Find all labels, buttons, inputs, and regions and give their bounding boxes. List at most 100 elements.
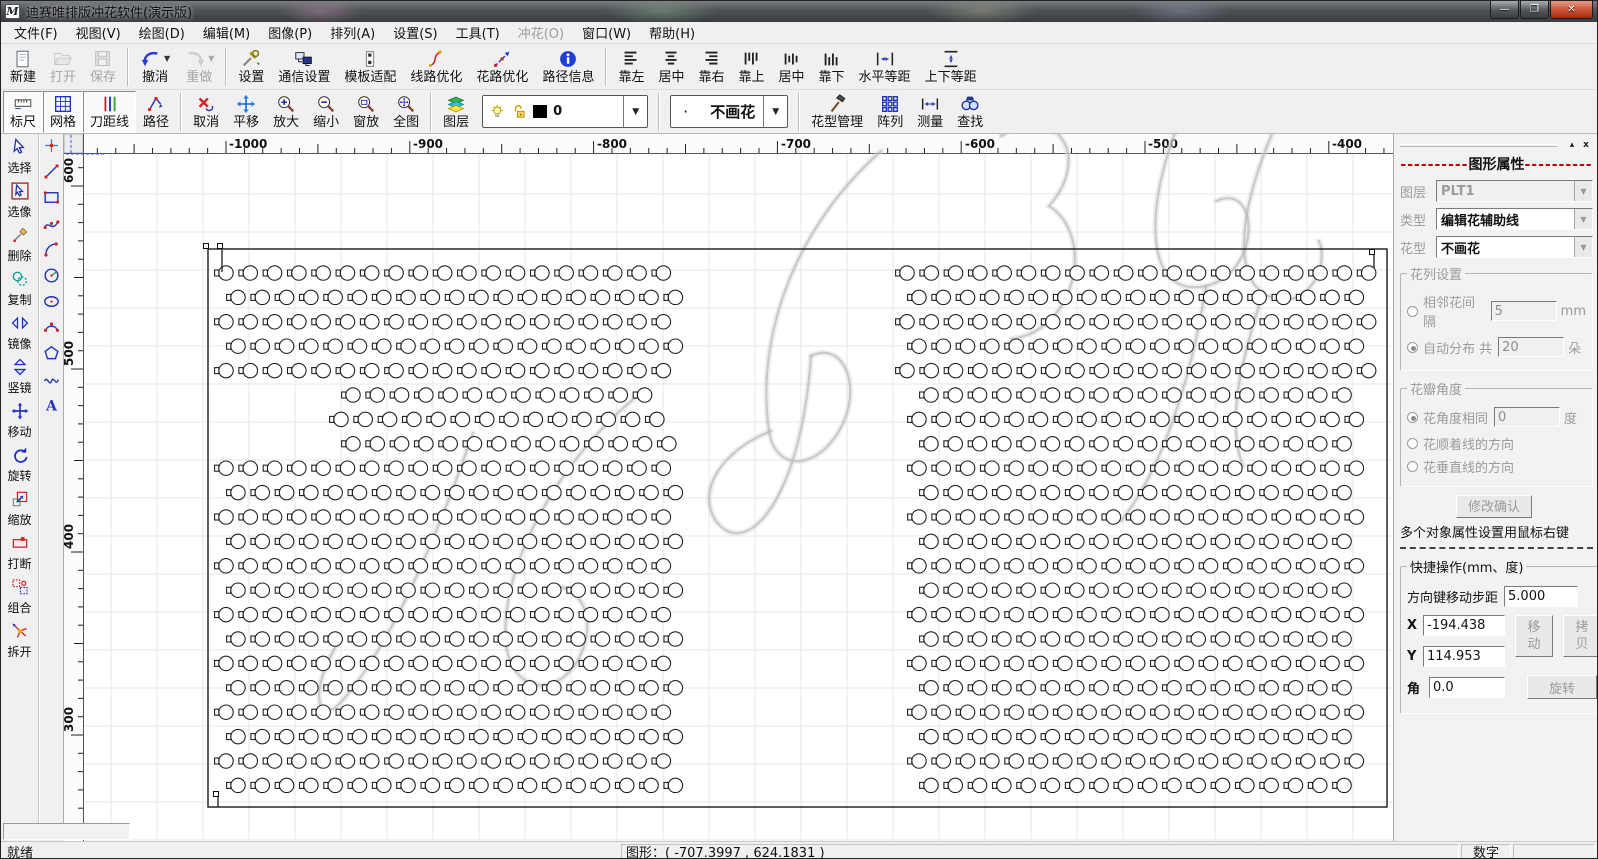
- draw-tool-arc-3point[interactable]: [39, 316, 63, 342]
- menu-settings[interactable]: 设置(S): [384, 21, 446, 44]
- step-input[interactable]: [1504, 586, 1578, 607]
- draw-tool-text[interactable]: A: [39, 394, 63, 420]
- zoom-all-button[interactable]: 全图: [386, 91, 426, 133]
- draw-tool-ellipse[interactable]: [39, 290, 63, 316]
- sidebar-tool-rotate[interactable]: 旋转: [1, 442, 38, 486]
- menu-punch[interactable]: 冲花(O): [509, 21, 573, 44]
- sidebar-tool-v-mirror[interactable]: 竖镜: [1, 354, 38, 398]
- menu-file[interactable]: 文件(F): [5, 21, 67, 44]
- drawing-canvas[interactable]: -1000-900-800-700-600-500-40060050040030…: [64, 134, 1393, 841]
- adjacent-spacing-radio[interactable]: [1407, 306, 1418, 317]
- chevron-down-icon[interactable]: ▼: [763, 96, 787, 127]
- adjacent-spacing-input[interactable]: [1491, 301, 1557, 321]
- zoom-out-button[interactable]: 缩小: [306, 91, 346, 133]
- along-line-radio[interactable]: [1407, 438, 1418, 449]
- menu-arrange[interactable]: 排列(A): [321, 21, 384, 44]
- machine-settings-button[interactable]: 设置: [231, 46, 271, 88]
- layer-select[interactable]: PLT1 ▼: [1436, 180, 1593, 202]
- undo-button[interactable]: ▼撤消: [133, 46, 177, 88]
- y-input[interactable]: [1423, 646, 1505, 667]
- menu-view[interactable]: 视图(V): [67, 21, 130, 44]
- minimize-button[interactable]: —: [1490, 1, 1519, 19]
- measure-button[interactable]: 测量: [910, 91, 950, 133]
- align-left-button[interactable]: 靠左: [611, 46, 651, 88]
- panel-collapse-icon[interactable]: ▴: [1565, 139, 1579, 151]
- save-button[interactable]: 保存: [83, 46, 123, 88]
- copy-button[interactable]: 拷 贝: [1563, 615, 1598, 657]
- draw-tool-arc[interactable]: [39, 238, 63, 264]
- grid-toggle-button[interactable]: 网格: [43, 91, 83, 133]
- new-button[interactable]: 新建: [3, 46, 43, 88]
- selection-handle[interactable]: [1370, 250, 1375, 255]
- align-right-button[interactable]: 靠右: [691, 46, 731, 88]
- maximize-button[interactable]: ❐: [1520, 1, 1549, 19]
- sidebar-tool-group[interactable]: 组合: [1, 574, 38, 618]
- selection-handle[interactable]: [204, 244, 209, 249]
- draw-tool-point[interactable]: [39, 134, 63, 160]
- menu-draw[interactable]: 绘图(D): [130, 21, 194, 44]
- panel-close-icon[interactable]: x: [1579, 139, 1593, 151]
- flower-type-combo[interactable]: ·不画花▼: [670, 95, 788, 128]
- x-input[interactable]: [1423, 615, 1505, 636]
- align-vcenter-button[interactable]: 居中: [772, 46, 812, 88]
- selection-handle[interactable]: [218, 244, 223, 249]
- layers-button[interactable]: 图层: [436, 91, 476, 133]
- align-bottom-button[interactable]: 靠下: [812, 46, 852, 88]
- menu-image[interactable]: 图像(P): [259, 21, 321, 44]
- sidebar-tool-select[interactable]: 选择: [1, 134, 38, 178]
- ruler-toggle-button[interactable]: 标尺: [3, 91, 43, 133]
- rotate-button[interactable]: 旋转: [1527, 675, 1597, 699]
- zoom-window-button[interactable]: 窗放: [346, 91, 386, 133]
- sidebar-tool-break[interactable]: 打断: [1, 530, 38, 574]
- zoom-in-button[interactable]: 放大: [266, 91, 306, 133]
- menu-window[interactable]: 窗口(W): [573, 21, 640, 44]
- flower-path-optimize-button[interactable]: 花路优化: [469, 46, 535, 88]
- dropdown-arrow-icon[interactable]: ▼: [164, 54, 170, 63]
- h-equal-space-button[interactable]: 水平等距: [852, 46, 918, 88]
- draw-tool-line[interactable]: [39, 160, 63, 186]
- draw-tool-circle[interactable]: [39, 264, 63, 290]
- menu-tools[interactable]: 工具(T): [447, 21, 509, 44]
- template-fit-button[interactable]: 模板适配: [337, 46, 403, 88]
- confirm-modify-button[interactable]: 修改确认: [1456, 495, 1532, 518]
- pan-button[interactable]: 平移: [226, 91, 266, 133]
- draw-tool-spline[interactable]: [39, 212, 63, 238]
- panel-grip[interactable]: [1400, 144, 1557, 147]
- sidebar-tool-copy[interactable]: 复制: [1, 266, 38, 310]
- sidebar-tool-scale[interactable]: 缩放: [1, 486, 38, 530]
- align-hcenter-button[interactable]: 居中: [651, 46, 691, 88]
- find-button[interactable]: 查找: [950, 91, 990, 133]
- layer-combo[interactable]: 0▼: [482, 95, 648, 128]
- line-optimize-button[interactable]: 线路优化: [403, 46, 469, 88]
- cancel-button[interactable]: 取消: [186, 91, 226, 133]
- type-select[interactable]: 编辑花辅助线 ▼: [1436, 208, 1593, 230]
- draw-tool-curve[interactable]: [39, 368, 63, 394]
- flower-manager-button[interactable]: 花型管理: [804, 91, 870, 133]
- menu-help[interactable]: 帮助(H): [640, 21, 704, 44]
- open-button[interactable]: 打开: [43, 46, 83, 88]
- chevron-down-icon[interactable]: ▼: [623, 96, 647, 127]
- same-angle-input[interactable]: [1494, 407, 1560, 427]
- path-toggle-button[interactable]: 路径: [136, 91, 176, 133]
- menu-edit[interactable]: 编辑(M): [194, 21, 259, 44]
- v-equal-space-button[interactable]: 上下等距: [918, 46, 984, 88]
- sidebar-tool-select-image[interactable]: 选像: [1, 178, 38, 222]
- draw-tool-polygon[interactable]: [39, 342, 63, 368]
- comm-settings-button[interactable]: 通信设置: [271, 46, 337, 88]
- flower-type-select[interactable]: 不画花 ▼: [1436, 236, 1593, 258]
- perpendicular-line-radio[interactable]: [1407, 461, 1418, 472]
- align-top-button[interactable]: 靠上: [732, 46, 772, 88]
- auto-distribute-count-input[interactable]: [1498, 337, 1564, 357]
- auto-distribute-radio[interactable]: [1407, 342, 1418, 353]
- sidebar-tool-move[interactable]: 移动: [1, 398, 38, 442]
- same-angle-radio[interactable]: [1407, 412, 1418, 423]
- draw-tool-rectangle[interactable]: [39, 186, 63, 212]
- sidebar-tool-mirror[interactable]: 镜像: [1, 310, 38, 354]
- move-button[interactable]: 移 动: [1515, 615, 1553, 657]
- close-button[interactable]: ✕: [1550, 1, 1593, 19]
- redo-button[interactable]: ▼重做: [177, 46, 221, 88]
- sidebar-tool-ungroup[interactable]: 拆开: [1, 618, 38, 662]
- dropdown-arrow-icon[interactable]: ▼: [208, 54, 214, 63]
- array-button[interactable]: 阵列: [870, 91, 910, 133]
- selection-handle[interactable]: [214, 792, 219, 797]
